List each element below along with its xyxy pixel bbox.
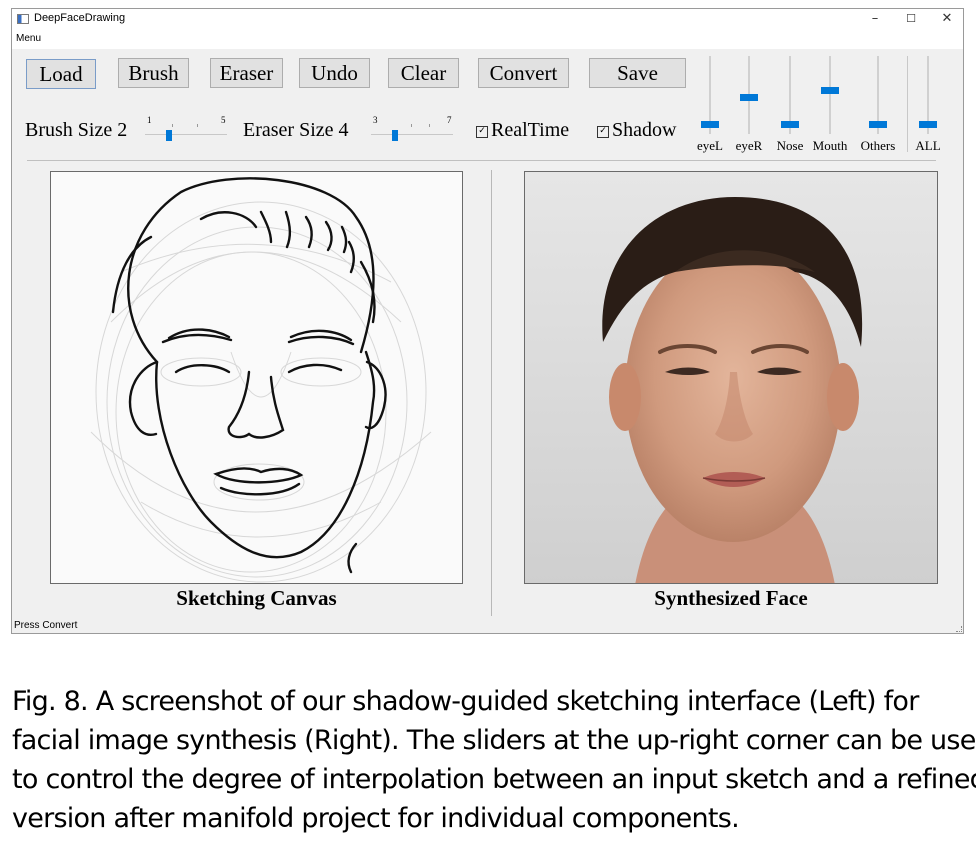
brush-button[interactable]: Brush — [118, 58, 189, 88]
slider-thumb[interactable] — [740, 94, 758, 102]
figure-caption-line: version after manifold project for indiv… — [12, 803, 740, 834]
slider-tick — [172, 124, 173, 127]
shadow-checkbox[interactable]: ✓ Shadow — [597, 119, 676, 142]
eraser-size-min: 3 — [373, 115, 378, 125]
slider-thumb[interactable] — [869, 121, 887, 128]
slider-mouth[interactable]: Mouth — [812, 56, 848, 156]
synthesized-face-caption: Synthesized Face — [654, 586, 808, 610]
brush-size-max: 5 — [221, 115, 226, 125]
slider-divider — [907, 56, 908, 152]
slider-tick — [197, 124, 198, 127]
synthesized-face-drawing — [525, 172, 937, 583]
figure-caption: Fig. 8. A screenshot of our shadow-guide… — [12, 682, 976, 838]
slider-label: ALL — [915, 138, 941, 153]
eraser-size-thumb[interactable] — [391, 130, 398, 141]
sketching-canvas[interactable] — [50, 171, 463, 584]
slider-thumb[interactable] — [919, 121, 937, 128]
load-button[interactable]: Load — [26, 59, 96, 89]
realtime-label: RealTime — [491, 119, 570, 141]
shadow-label: Shadow — [612, 119, 677, 141]
eraser-size-max: 7 — [447, 115, 452, 125]
title-bar: DeepFaceDrawing – ☐ ✕ — [12, 9, 963, 31]
brush-size-thumb[interactable] — [165, 130, 172, 141]
panel-divider — [491, 170, 492, 616]
figure-caption-line: Fig. 8. A screenshot of our shadow-guide… — [12, 686, 919, 717]
resize-grip[interactable] — [956, 626, 962, 632]
figure-caption-line: facial image synthesis (Right). The slid… — [12, 725, 976, 756]
convert-button[interactable]: Convert — [478, 58, 569, 88]
slider-others[interactable]: Others — [860, 56, 896, 156]
slider-thumb[interactable] — [821, 86, 839, 94]
menu-item-menu[interactable]: Menu — [16, 33, 41, 44]
slider-all[interactable]: ALL — [910, 56, 946, 156]
slider-tick — [429, 124, 430, 127]
brush-size-min: 1 — [147, 115, 152, 125]
figure-caption-line: to control the degree of interpolation b… — [12, 764, 976, 795]
eraser-size-slider[interactable]: 3 7 — [371, 115, 453, 144]
maximize-button[interactable]: ☐ — [894, 10, 928, 28]
menu-bar: Menu — [12, 31, 963, 49]
eraser-button[interactable]: Eraser — [210, 58, 283, 88]
clear-button[interactable]: Clear — [388, 58, 459, 88]
slider-tick — [411, 124, 412, 127]
slider-track — [145, 134, 227, 135]
slider-thumb[interactable] — [781, 121, 799, 128]
slider-track — [371, 134, 453, 135]
slider-thumb[interactable] — [701, 121, 719, 128]
toolbar-separator — [27, 160, 936, 161]
save-button[interactable]: Save — [589, 58, 686, 88]
brush-size-label: Brush Size 2 — [25, 119, 128, 141]
slider-track — [829, 56, 831, 134]
window-title: DeepFaceDrawing — [34, 12, 126, 24]
slider-label: Others — [860, 138, 896, 153]
checkbox-icon[interactable]: ✓ — [597, 126, 609, 138]
app-icon — [17, 14, 29, 24]
brush-size-slider[interactable]: 1 5 — [145, 115, 227, 144]
close-button[interactable]: ✕ — [930, 10, 964, 28]
face-sketch-drawing — [90, 177, 432, 583]
sketching-canvas-caption: Sketching Canvas — [176, 586, 337, 610]
status-bar-text: Press Convert — [14, 620, 78, 631]
realtime-checkbox[interactable]: ✓ RealTime — [476, 119, 569, 142]
checkbox-icon[interactable]: ✓ — [476, 126, 488, 138]
synthesized-face-image — [524, 171, 938, 584]
eraser-size-label: Eraser Size 4 — [243, 119, 349, 141]
minimize-button[interactable]: – — [858, 10, 892, 28]
undo-button[interactable]: Undo — [299, 58, 370, 88]
